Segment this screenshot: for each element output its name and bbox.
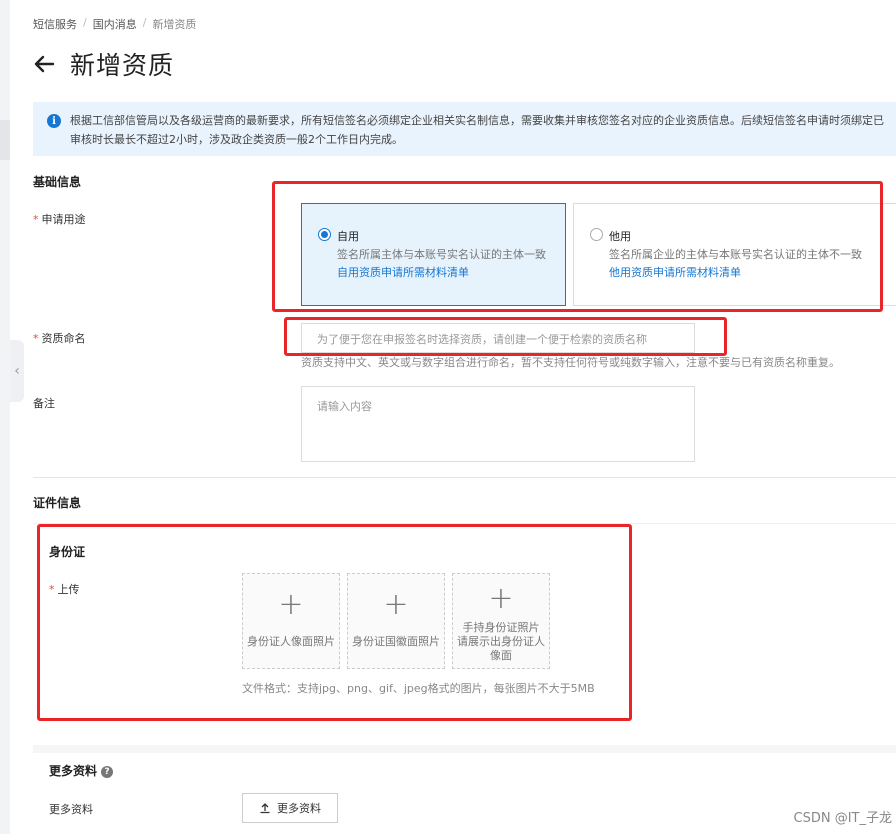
upload-caption: 身份证人像面照片 [247,635,335,648]
purpose-option-self-title: 自用 [337,230,359,243]
breadcrumb-separator: / [83,16,87,29]
breadcrumb-separator: / [142,16,147,29]
page-title: 新增资质 [70,51,175,80]
upload-caption-line: 请展示出身份证人 [457,635,545,648]
notice-line-1: 根据工信部信管局以及各级运营商的最新要求，所有短信签名必须绑定企业相关实名制信息… [70,114,884,127]
more-info-field-label: 更多资料 [49,803,93,816]
upload-id-handheld[interactable]: + 手持身份证照片 请展示出身份证人 像面 [452,573,550,669]
notice-line-2: 审核时长最长不超过2小时，涉及政企类资质一般2个工作日内完成。 [70,133,403,146]
upload-caption: 身份证国徽面照片 [352,635,440,648]
other-materials-link[interactable]: 他用资质申请所需材料清单 [609,264,741,280]
required-mark: * [33,213,39,226]
purpose-option-other[interactable]: 他用 签名所属企业的主体与本账号实名认证的主体不一致 他用资质申请所需材料清单 [573,203,896,306]
more-info-button-label: 更多资料 [277,802,321,815]
radio-self[interactable] [318,228,331,241]
sidebar-collapse-handle[interactable]: ‹ [10,340,24,402]
purpose-option-other-desc: 签名所属企业的主体与本账号实名认证的主体不一致 [609,248,862,261]
more-info-title: 更多资料? [49,762,114,779]
upload-icon [260,803,270,814]
watermark: CSDN @IT_子龙 [793,811,892,826]
remark-label: 备注 [33,397,55,410]
name-label-text: 资质命名 [41,332,86,345]
upload-label-text: 上传 [57,583,80,596]
qualification-name-input[interactable]: 为了便于您在申报签名时选择资质，请创建一个便于检索的资质名称 [301,323,695,353]
self-materials-link[interactable]: 自用资质申请所需材料清单 [337,264,469,280]
left-nav-strip [0,0,10,834]
breadcrumb-item-domestic[interactable]: 国内消息 [93,16,137,32]
question-circle-icon[interactable]: ? [101,765,114,778]
breadcrumb: 短信服务 / 国内消息 / 新增资质 [33,16,196,32]
purpose-option-other-title: 他用 [609,230,631,243]
remark-textarea[interactable]: 请输入内容 [301,386,695,462]
more-info-upload-button[interactable]: 更多资料 [242,793,338,823]
section-title-certificate-info: 证件信息 [33,496,82,510]
arrow-left-icon[interactable] [32,52,56,76]
id-card-title: 身份证 [49,545,86,559]
upload-caption-line: 像面 [490,649,512,662]
info-icon: i [47,114,61,128]
more-info-panel [33,745,896,834]
name-hint: 资质支持中文、英文或与数字组合进行命名，暂不支持任何符号或纯数字输入，注意不要与… [301,356,840,369]
purpose-option-self[interactable]: 自用 签名所属主体与本账号实名认证的主体一致 自用资质申请所需材料清单 [301,203,566,306]
file-format-hint: 文件格式：支持jpg、png、gif、jpeg格式的图片，每张图片不大于5MB [242,682,595,695]
upload-caption-line: 手持身份证照片 [462,621,540,634]
section-title-basic-info: 基础信息 [33,175,82,189]
breadcrumb-item-current: 新增资质 [152,18,197,31]
section-divider [33,477,896,478]
upload-id-back[interactable]: + 身份证国徽面照片 [347,573,445,669]
page-header: 新增资质 [32,46,174,82]
left-nav-tab[interactable] [0,120,10,160]
breadcrumb-item-sms[interactable]: 短信服务 [33,16,77,32]
plus-icon: + [383,587,409,622]
name-label: * 资质命名 [33,330,86,346]
more-info-title-text: 更多资料 [49,764,98,778]
required-mark: * [49,583,55,596]
upload-label: * 上传 [49,581,80,597]
upload-id-front[interactable]: + 身份证人像面照片 [242,573,340,669]
plus-icon: + [278,587,304,622]
required-mark: * [33,332,39,345]
purpose-option-self-desc: 签名所属主体与本账号实名认证的主体一致 [337,248,546,261]
radio-other[interactable] [590,228,603,241]
plus-icon: + [488,581,514,616]
chevron-left-icon: ‹ [14,363,20,379]
purpose-label: * 申请用途 [33,211,86,227]
notice-banner: i 根据工信部信管局以及各级运营商的最新要求，所有短信签名必须绑定企业相关实名制… [33,102,896,156]
purpose-label-text: 申请用途 [41,213,86,226]
